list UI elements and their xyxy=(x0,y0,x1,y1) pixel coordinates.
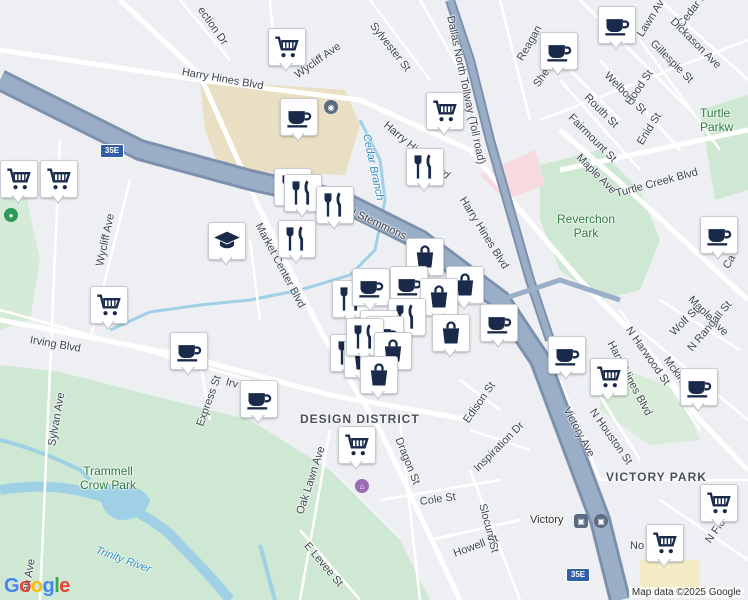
restaurant-icon xyxy=(278,220,316,258)
pin-pointer xyxy=(101,320,115,330)
shopping-cart-pin[interactable] xyxy=(268,28,306,74)
coffee-cup-icon xyxy=(548,336,586,374)
coffee-cup-pin[interactable] xyxy=(170,332,208,378)
park-label: Trammell Crow Park xyxy=(79,464,136,492)
pin-pointer xyxy=(289,254,303,264)
pin-pointer xyxy=(457,300,471,310)
pin-pointer xyxy=(551,66,565,76)
coffee-cup-icon xyxy=(700,216,738,254)
coffee-cup-icon xyxy=(240,380,278,418)
pin-pointer xyxy=(601,392,615,402)
bus-icon[interactable]: ▣ xyxy=(594,514,608,528)
shopping-bag-icon xyxy=(360,356,398,394)
pin-pointer xyxy=(711,250,725,260)
shopping-cart-icon xyxy=(0,160,38,198)
shopping-cart-pin[interactable] xyxy=(590,358,628,404)
shopping-cart-icon xyxy=(268,28,306,66)
pin-pointer xyxy=(443,348,457,358)
landmark-icon[interactable]: ◉ xyxy=(324,100,338,114)
coffee-cup-pin[interactable] xyxy=(540,32,578,78)
street-label: No xyxy=(630,540,645,552)
map-canvas[interactable]: 35E 35E Sylvester St Dallas North Tollwa… xyxy=(0,0,748,600)
train-icon[interactable]: ▣ xyxy=(574,514,588,528)
coffee-cup-pin[interactable] xyxy=(480,304,518,350)
pin-pointer xyxy=(559,370,573,380)
map-attribution[interactable]: Map data ©2025 Google xyxy=(628,587,744,598)
shopping-bag-pin[interactable] xyxy=(360,356,398,402)
pin-pointer xyxy=(11,194,25,204)
graduation-cap-pin[interactable] xyxy=(208,222,246,268)
shopping-cart-icon xyxy=(40,160,78,198)
highway-shield-35e: 35E xyxy=(100,144,124,158)
park-label: Turtle Parkw xyxy=(700,106,734,134)
coffee-cup-pin[interactable] xyxy=(700,216,738,262)
shopping-cart-pin[interactable] xyxy=(40,160,78,206)
coffee-cup-icon xyxy=(280,98,318,136)
victory-station-label: Victory xyxy=(530,514,564,526)
pin-pointer xyxy=(295,208,309,218)
pin-pointer xyxy=(657,558,671,568)
pin-pointer xyxy=(51,194,65,204)
neighborhood-label: VICTORY PARK xyxy=(606,470,707,484)
pin-pointer xyxy=(417,182,431,192)
shopping-cart-pin[interactable] xyxy=(646,524,684,570)
restaurant-pin[interactable] xyxy=(278,220,316,266)
google-logo: Google xyxy=(4,575,70,597)
pin-pointer xyxy=(437,126,451,136)
shopping-cart-pin[interactable] xyxy=(90,286,128,332)
restaurant-pin[interactable] xyxy=(316,186,354,232)
highway-shield-35e: 35E xyxy=(566,568,590,582)
shopping-cart-icon xyxy=(700,484,738,522)
coffee-cup-icon xyxy=(598,6,636,44)
pin-pointer xyxy=(219,256,233,266)
restaurant-pin[interactable] xyxy=(406,148,444,194)
shopping-cart-icon xyxy=(90,286,128,324)
coffee-cup-pin[interactable] xyxy=(598,6,636,52)
shopping-cart-icon xyxy=(590,358,628,396)
pin-pointer xyxy=(711,518,725,528)
shopping-cart-pin[interactable] xyxy=(426,92,464,138)
coffee-cup-icon xyxy=(540,32,578,70)
pin-pointer xyxy=(279,62,293,72)
pin-pointer xyxy=(327,220,341,230)
pin-pointer xyxy=(371,390,385,400)
restaurant-icon xyxy=(316,186,354,224)
graduation-cap-icon xyxy=(208,222,246,260)
pin-pointer xyxy=(491,338,505,348)
pin-pointer xyxy=(349,460,363,470)
coffee-cup-icon xyxy=(170,332,208,370)
coffee-cup-pin[interactable] xyxy=(680,368,718,414)
pin-pointer xyxy=(251,414,265,424)
coffee-cup-pin[interactable] xyxy=(548,336,586,382)
shopping-cart-pin[interactable] xyxy=(338,426,376,472)
shopping-cart-icon xyxy=(426,92,464,130)
park-marker-icon[interactable]: ● xyxy=(4,208,18,222)
pin-pointer xyxy=(609,40,623,50)
coffee-cup-icon xyxy=(480,304,518,342)
coffee-cup-icon xyxy=(352,268,390,306)
restaurant-pin[interactable] xyxy=(284,174,322,220)
museum-icon[interactable]: ⌂ xyxy=(355,479,369,493)
restaurant-icon xyxy=(406,148,444,186)
shopping-cart-pin[interactable] xyxy=(0,160,38,206)
shopping-cart-pin[interactable] xyxy=(700,484,738,530)
coffee-cup-pin[interactable] xyxy=(352,268,390,314)
shopping-bag-pin[interactable] xyxy=(432,314,470,360)
neighborhood-label: DESIGN DISTRICT xyxy=(300,412,420,426)
pin-pointer xyxy=(181,366,195,376)
shopping-cart-icon xyxy=(646,524,684,562)
coffee-cup-pin[interactable] xyxy=(240,380,278,426)
shopping-cart-icon xyxy=(338,426,376,464)
shopping-bag-icon xyxy=(432,314,470,352)
pin-pointer xyxy=(691,402,705,412)
coffee-cup-pin[interactable] xyxy=(280,98,318,144)
coffee-cup-icon xyxy=(680,368,718,406)
pin-pointer xyxy=(291,132,305,142)
park-label: Reverchon Park xyxy=(556,212,616,240)
